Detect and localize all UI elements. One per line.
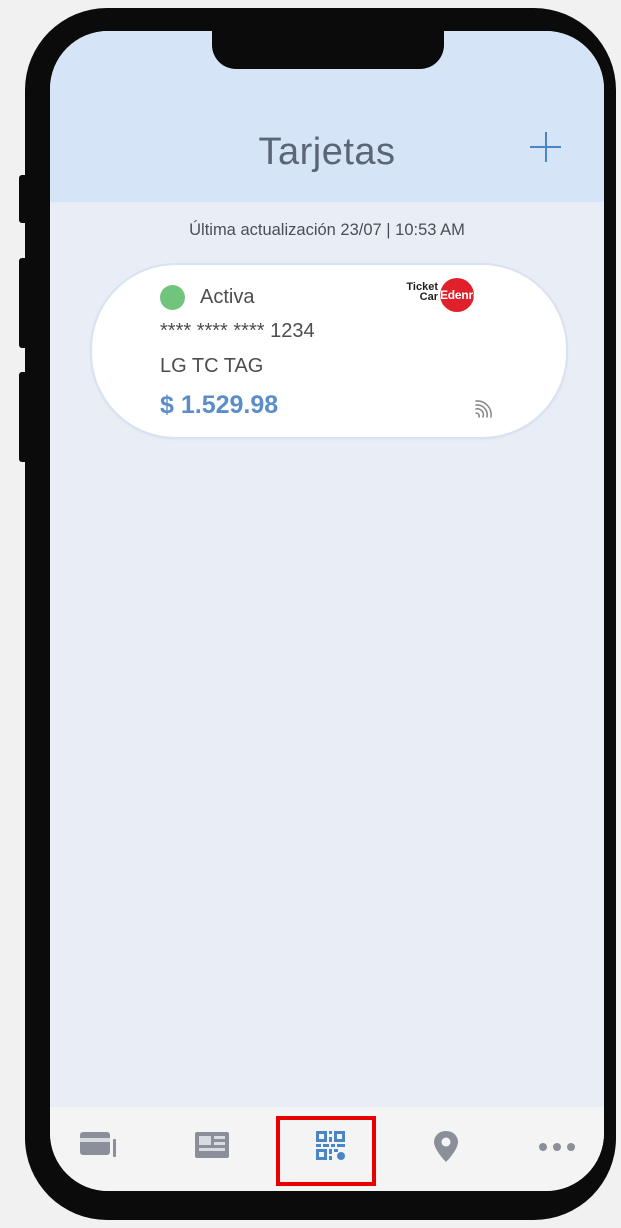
card-balance: $ 1.529.98 [160, 391, 279, 419]
qr-tab-highlight-box [276, 1116, 376, 1186]
phone-notch [212, 31, 444, 69]
app-screen: Tarjetas Última actualización 23/07 | 10… [50, 31, 604, 1191]
news-icon [195, 1132, 229, 1158]
tab-more[interactable] [530, 1107, 590, 1187]
plus-icon[interactable] [526, 126, 566, 166]
logo-car-text: Car [419, 291, 438, 303]
card-item[interactable]: Activa **** **** **** 1234 LG TC TAG $ 1… [90, 263, 568, 439]
contactless-icon [475, 400, 492, 418]
page-title: Tarjetas [258, 131, 396, 173]
more-icon [539, 1143, 575, 1151]
logo-edenred-text: Edenred [440, 288, 487, 302]
logo-ticket-car: Ticket Car [402, 282, 438, 303]
last-update-text: Última actualización 23/07 | 10:53 AM [189, 221, 465, 239]
location-icon [434, 1131, 458, 1162]
card-name: LG TC TAG [160, 355, 264, 377]
cards-icon [80, 1132, 116, 1157]
status-indicator [160, 285, 185, 310]
tab-location[interactable] [420, 1107, 480, 1187]
tab-news[interactable] [185, 1107, 245, 1187]
card-status: Activa [200, 286, 255, 308]
card-number: **** **** **** 1234 [160, 320, 315, 342]
tab-cards[interactable] [70, 1107, 130, 1187]
ticket-car-edenred-logo: Ticket Car Edenred [402, 278, 500, 314]
